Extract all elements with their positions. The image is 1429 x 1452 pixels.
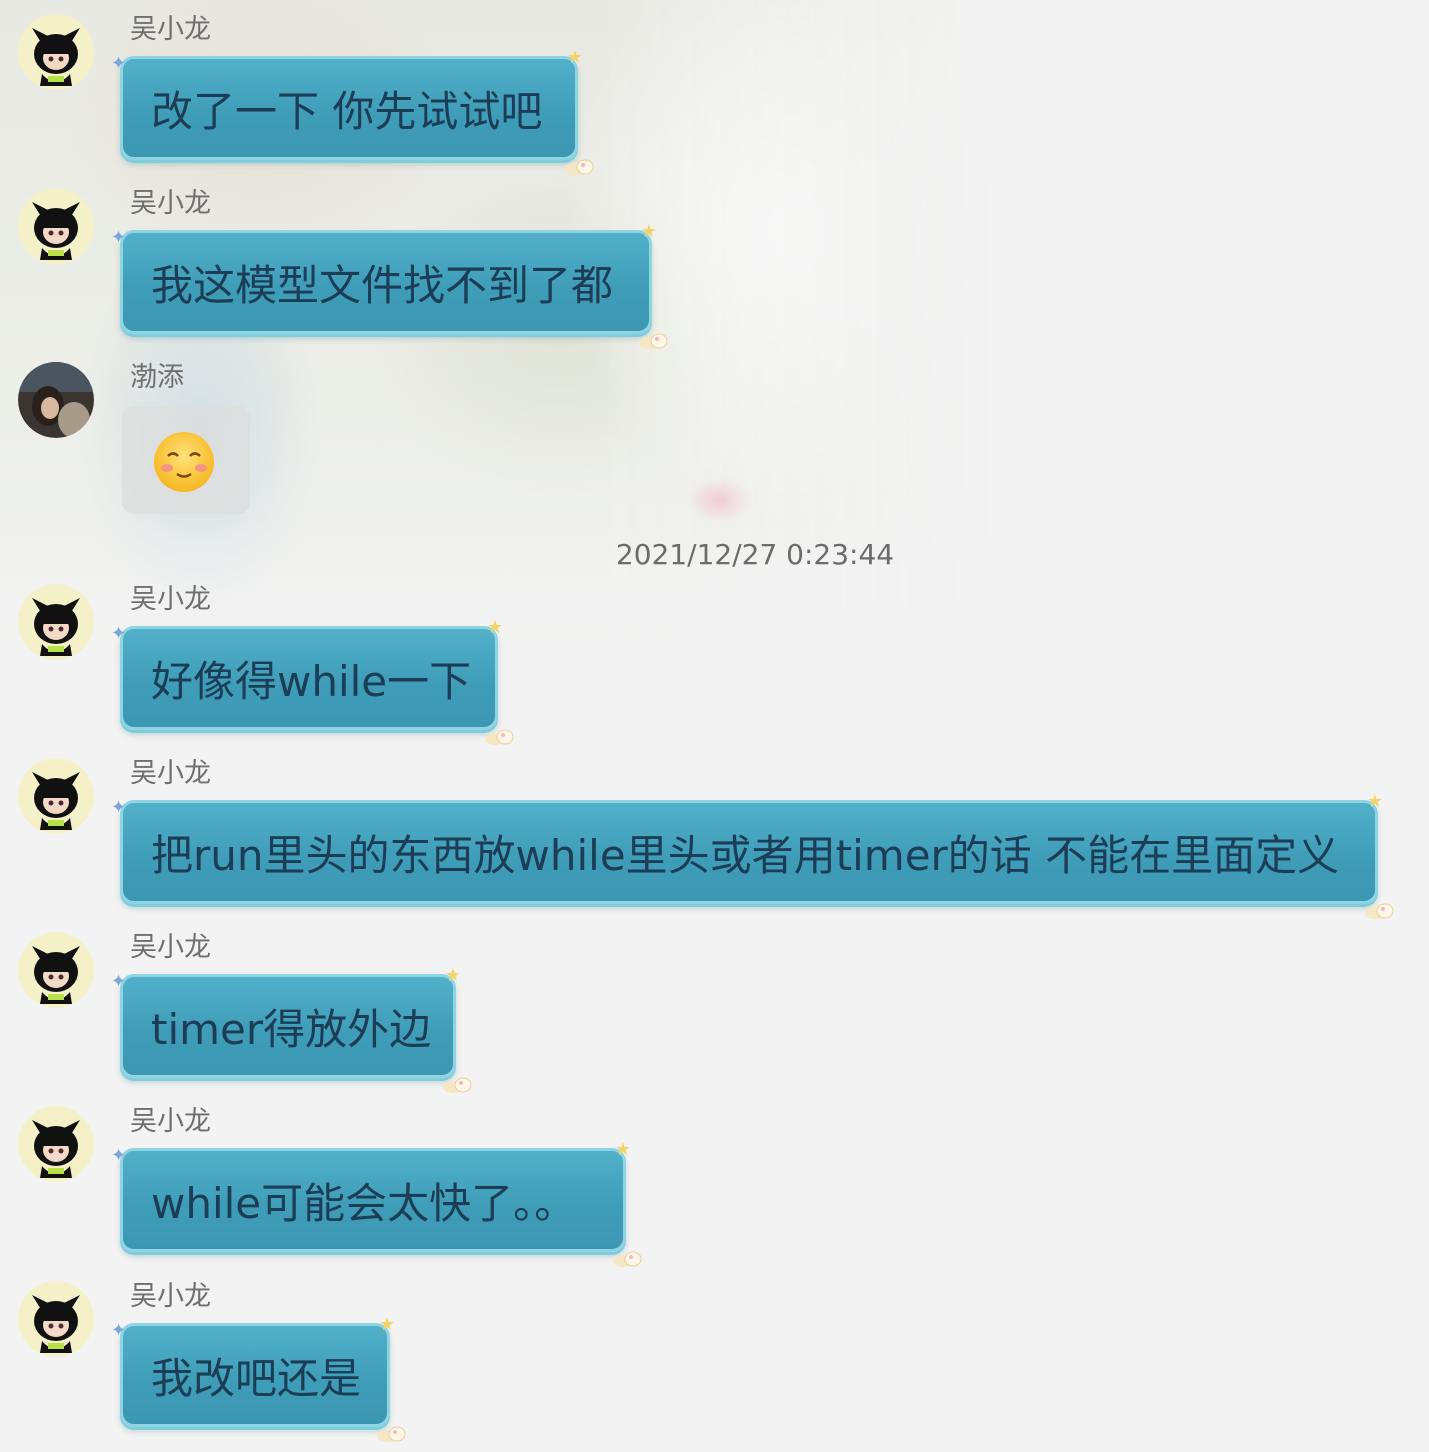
flower-decoration-icon [443,1077,472,1093]
flower-decoration-icon [565,159,594,175]
sender-name: 吴小龙 [130,14,211,45]
avatar-cat-girl[interactable] [18,1106,94,1182]
star-decoration-icon: ★ [640,221,657,242]
message-text: 把run里头的东西放while里头或者用timer的话 不能在里面定义 [151,830,1340,880]
message-bubble[interactable]: ✦ ★ 我这模型文件找不到了都 [111,221,668,349]
message-item: 吴小龙 ✦ ★ 我改吧还是 [0,1281,520,1442]
message-bubble[interactable]: ✦ ★ 改了一下 你先试试吧 [111,47,594,175]
message-text: 我改吧还是 [151,1353,362,1403]
flower-decoration-icon [377,1426,406,1442]
timestamp: 2021/12/27 0:23:44 [615,538,895,571]
sender-name: 渤添 [130,362,184,393]
flower-decoration-icon [485,729,514,745]
avatar-cat-girl[interactable] [18,758,94,834]
avatar-cat-girl[interactable] [18,932,94,1008]
message-text: 我这模型文件找不到了都 [151,260,614,310]
star-decoration-icon: ★ [566,47,583,68]
message-text: 好像得while一下 [151,656,472,706]
message-item: 吴小龙 ✦ ★ 我这模型文件找不到了都 [0,188,760,349]
leaf-decoration-icon: ✦ [111,971,127,992]
message-item: 吴小龙 ✦ ★ 改了一下 你先试试吧 [0,14,700,175]
message-text: timer得放外边 [151,1004,432,1054]
leaf-decoration-icon: ✦ [111,227,127,248]
message-bubble[interactable]: ✦ ★ 我改吧还是 [111,1314,406,1442]
leaf-decoration-icon: ✦ [111,623,127,644]
flower-decoration-icon [1365,903,1394,919]
leaf-decoration-icon: ✦ [111,797,127,818]
leaf-decoration-icon: ✦ [111,1145,127,1166]
star-decoration-icon: ★ [486,617,503,638]
avatar-cat-girl[interactable] [18,1281,94,1357]
message-item: 吴小龙 ✦ ★ 把run里头的东西放while里头或者用timer的话 不能在里… [0,758,1410,919]
leaf-decoration-icon: ✦ [111,53,127,74]
message-item: 吴小龙 ✦ ★ 好像得while一下 [0,584,600,745]
avatar-cat-girl[interactable] [18,584,94,660]
message-text: while可能会太快了。。 [151,1178,577,1228]
message-item: 吴小龙 ✦ ★ timer得放外边 [0,932,560,1093]
leaf-decoration-icon: ✦ [111,1320,127,1341]
star-decoration-icon: ★ [614,1139,631,1160]
sticker-message[interactable] [122,406,250,514]
blushing-smile-emoji-icon [154,432,214,492]
message-bubble[interactable]: ✦ ★ 把run里头的东西放while里头或者用timer的话 不能在里面定义 [111,791,1394,919]
avatar-photo[interactable] [18,362,94,438]
sender-name: 吴小龙 [130,188,211,219]
sender-name: 吴小龙 [130,1106,211,1137]
message-item: 渤添 [0,362,400,522]
star-decoration-icon: ★ [1366,791,1383,812]
star-decoration-icon: ★ [444,965,461,986]
sender-name: 吴小龙 [130,1281,211,1312]
star-decoration-icon: ★ [378,1314,395,1335]
sender-name: 吴小龙 [130,932,211,963]
flower-decoration-icon [639,333,668,349]
message-bubble[interactable]: ✦ ★ 好像得while一下 [111,617,514,745]
avatar-cat-girl[interactable] [18,14,94,90]
message-bubble[interactable]: ✦ ★ timer得放外边 [111,965,472,1093]
flower-decoration-icon [613,1251,642,1267]
message-text: 改了一下 你先试试吧 [151,86,543,136]
sender-name: 吴小龙 [130,584,211,615]
sender-name: 吴小龙 [130,758,211,789]
message-bubble[interactable]: ✦ ★ while可能会太快了。。 [111,1139,642,1267]
message-item: 吴小龙 ✦ ★ while可能会太快了。。 [0,1106,720,1267]
avatar-cat-girl[interactable] [18,188,94,264]
